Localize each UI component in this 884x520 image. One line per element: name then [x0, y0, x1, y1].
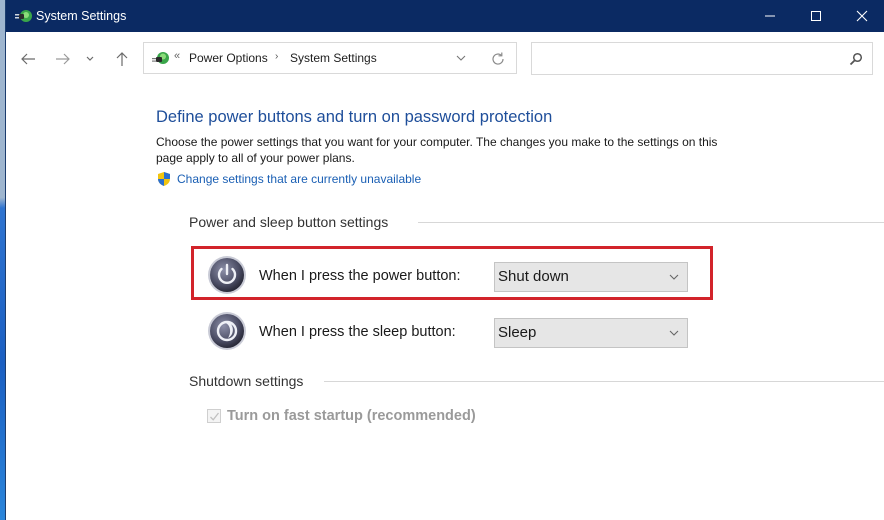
- close-button[interactable]: [839, 0, 884, 32]
- sleep-button-icon: [208, 312, 246, 350]
- up-button[interactable]: [110, 48, 134, 70]
- fast-startup-checkbox[interactable]: [207, 409, 221, 423]
- sleep-button-setting-row: When I press the sleep button: Sleep: [206, 308, 696, 352]
- navigation-bar: « Power Options › System Settings: [6, 32, 884, 86]
- chevron-down-icon: [86, 56, 94, 61]
- breadcrumb-separator[interactable]: ›: [275, 51, 278, 62]
- address-history-chevron-icon[interactable]: [454, 51, 468, 65]
- back-button[interactable]: [16, 48, 40, 70]
- breadcrumb-power-options[interactable]: Power Options: [189, 51, 268, 65]
- page-description: Choose the power settings that you want …: [156, 135, 718, 165]
- shutdown-group-label: Shutdown settings: [189, 373, 304, 389]
- fast-startup-option: Turn on fast startup (recommended): [207, 406, 476, 426]
- group-divider: [324, 381, 884, 382]
- chevron-down-icon: [669, 330, 679, 336]
- search-icon[interactable]: [849, 52, 863, 66]
- arrow-up-icon: [116, 52, 128, 66]
- search-box[interactable]: [531, 42, 873, 75]
- content-area: Define power buttons and turn on passwor…: [6, 86, 884, 520]
- change-unavailable-settings-link-text[interactable]: Change settings that are currently unava…: [177, 172, 421, 186]
- power-button-label: When I press the power button:: [259, 268, 461, 284]
- search-input[interactable]: [538, 47, 832, 71]
- system-settings-window: System Settings « Power Options › System…: [5, 0, 884, 520]
- breadcrumb-system-settings[interactable]: System Settings: [290, 51, 377, 65]
- sleep-button-label: When I press the sleep button:: [259, 324, 456, 340]
- arrow-right-icon: [56, 53, 70, 65]
- power-button-action-value: Shut down: [498, 268, 569, 285]
- forward-button[interactable]: [51, 48, 75, 70]
- sleep-button-action-value: Sleep: [498, 324, 537, 341]
- fast-startup-label: Turn on fast startup (recommended): [227, 408, 476, 424]
- breadcrumb-overflow[interactable]: «: [174, 50, 180, 62]
- close-icon: [856, 10, 868, 22]
- arrow-left-icon: [21, 53, 35, 65]
- minimize-button[interactable]: [747, 0, 793, 32]
- power-button-setting-row: When I press the power button: Shut down: [206, 252, 696, 296]
- power-button-action-dropdown[interactable]: Shut down: [494, 262, 688, 292]
- page-title: Define power buttons and turn on passwor…: [156, 108, 553, 126]
- chevron-down-icon: [669, 274, 679, 280]
- power-sleep-group-label: Power and sleep button settings: [189, 214, 389, 230]
- sleep-button-action-dropdown[interactable]: Sleep: [494, 318, 688, 348]
- group-divider: [418, 222, 884, 223]
- refresh-icon[interactable]: [490, 51, 506, 67]
- power-options-app-icon: [15, 10, 32, 22]
- power-options-location-icon: [152, 52, 169, 64]
- uac-shield-icon: [158, 172, 170, 186]
- recent-locations-button[interactable]: [81, 48, 99, 70]
- maximize-button[interactable]: [793, 0, 839, 32]
- minimize-icon: [765, 15, 775, 17]
- address-bar[interactable]: « Power Options › System Settings: [143, 42, 517, 74]
- checkmark-icon: [210, 412, 220, 421]
- maximize-icon: [811, 11, 821, 21]
- title-bar[interactable]: System Settings: [6, 0, 884, 32]
- change-unavailable-settings-link[interactable]: Change settings that are currently unava…: [156, 171, 421, 187]
- window-title: System Settings: [36, 9, 127, 23]
- power-button-icon: [208, 256, 246, 294]
